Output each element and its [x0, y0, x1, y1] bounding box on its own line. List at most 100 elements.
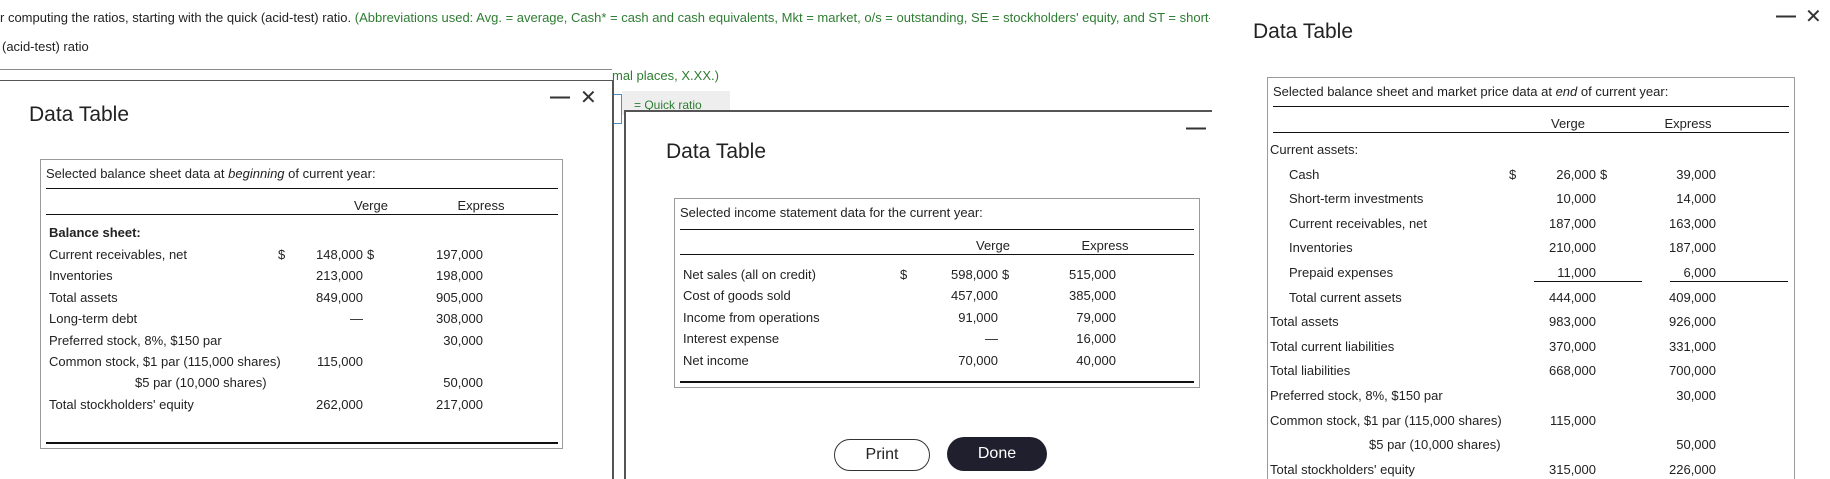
cell-express: 308,000: [436, 311, 483, 327]
dialog-title: Data Table: [29, 103, 130, 126]
row-label: Common stock, $1 par (115,000 shares): [1270, 412, 1502, 428]
cell-verge: 983,000: [1549, 314, 1596, 330]
cell-verge: —: [985, 331, 998, 347]
cell-verge: 187,000: [1549, 215, 1596, 231]
column-header-verge: Verge: [1551, 116, 1585, 131]
cell-express: 926,000: [1669, 314, 1716, 330]
cell-verge: —: [350, 311, 363, 327]
cell-express: 39,000: [1676, 166, 1716, 182]
row-label: Cash: [1289, 166, 1320, 182]
row-label: Income from operations: [683, 309, 820, 325]
column-header-express: Express: [1664, 116, 1712, 131]
minimize-icon[interactable]: —: [1776, 6, 1796, 26]
column-header-express: Express: [457, 198, 505, 213]
cell-express: 226,000: [1669, 461, 1716, 477]
cell-verge: 210,000: [1549, 240, 1596, 256]
table-bottom-rule: [46, 442, 558, 444]
cell-verge: 315,000: [1549, 461, 1596, 477]
close-icon[interactable]: ✕: [580, 88, 597, 108]
row-label: Inventories: [49, 268, 113, 284]
row-label: Total stockholders' equity: [49, 396, 194, 412]
header-rule: [46, 214, 558, 215]
data-table-dialog-beginning: Data Table — ✕ Selected balance sheet da…: [0, 80, 614, 479]
row-label: Prepaid expenses: [1289, 265, 1394, 280]
cell-express: 700,000: [1669, 363, 1716, 379]
column-header-verge: Verge: [354, 198, 388, 213]
column-header-express: Express: [1081, 238, 1129, 253]
minimize-icon[interactable]: —: [1186, 118, 1206, 138]
cell-express: 217,000: [436, 396, 483, 412]
row-label: Current receivables, net: [1289, 215, 1428, 231]
cell-express: 14,000: [1676, 191, 1716, 207]
done-button[interactable]: Done: [947, 437, 1047, 471]
cell-verge: 668,000: [1549, 363, 1596, 379]
formula-bar: [0, 69, 612, 70]
cell-express: 331,000: [1669, 338, 1716, 354]
caption-rule: [680, 229, 1194, 230]
section-label: Balance sheet:: [49, 225, 141, 240]
question-instructions: r computing the ratios, starting with th…: [0, 10, 1210, 25]
table-caption: Selected balance sheet data at beginning…: [46, 166, 376, 181]
cell-express: 50,000: [1676, 437, 1716, 453]
close-icon[interactable]: ✕: [1805, 7, 1822, 27]
row-label: Common stock, $1 par (115,000 shares): [49, 354, 281, 369]
caption-rule: [46, 188, 558, 189]
dollar-sign-verge: $: [278, 247, 286, 262]
dollar-sign-express: $: [1600, 166, 1608, 182]
row-label: Total assets: [49, 289, 118, 305]
cell-verge: 10,000: [1556, 191, 1596, 207]
row-label: Cost of goods sold: [683, 288, 791, 304]
table-bottom-rule: [680, 381, 1194, 383]
data-table-dialog-income: Data Table — Selected income statement d…: [624, 110, 1212, 479]
row-label: Current assets:: [1270, 142, 1359, 157]
cell-verge: 849,000: [316, 289, 363, 305]
row-label: $5 par (10,000 shares): [1369, 437, 1501, 453]
dialog-title: Data Table: [1253, 20, 1354, 43]
instruction-text: r computing the ratios, starting with th…: [0, 10, 352, 25]
abbreviations-note: (Abbreviations used: Avg. = average, Cas…: [354, 10, 1210, 25]
cell-verge: 70,000: [958, 352, 998, 368]
cell-express: 16,000: [1076, 331, 1116, 347]
row-label: Current receivables, net: [49, 247, 188, 262]
data-table-dialog-end: Data Table — ✕ Selected balance sheet an…: [1212, 0, 1830, 479]
column-header-verge: Verge: [976, 238, 1010, 253]
cell-express: 385,000: [1069, 288, 1116, 304]
cell-express: 30,000: [1676, 388, 1716, 403]
cell-express: 50,000: [443, 375, 483, 391]
dollar-sign-verge: $: [1509, 166, 1517, 182]
cell-verge: 444,000: [1549, 289, 1596, 305]
row-label: Inventories: [1289, 240, 1353, 256]
minimize-icon[interactable]: —: [550, 87, 570, 107]
cell-verge: 115,000: [1549, 412, 1596, 428]
subtotal-rule-express: [1670, 281, 1788, 282]
cell-express: 515,000: [1069, 267, 1116, 282]
balance-sheet-end-table: Selected balance sheet and market price …: [1267, 77, 1795, 479]
cell-verge: 26,000: [1556, 166, 1596, 182]
income-statement-table: Selected income statement data for the c…: [674, 198, 1200, 388]
row-label: Total liabilities: [1270, 363, 1351, 379]
dollar-sign-verge: $: [900, 267, 908, 282]
row-label: $5 par (10,000 shares): [135, 375, 267, 391]
balance-sheet-beginning-table: Selected balance sheet data at beginning…: [40, 159, 563, 449]
print-button[interactable]: Print: [834, 439, 930, 471]
cell-express: 40,000: [1076, 352, 1116, 368]
cell-express: 198,000: [436, 268, 483, 284]
table-caption: Selected balance sheet and market price …: [1273, 84, 1669, 99]
cell-verge: 598,000: [951, 267, 998, 282]
cell-express: 905,000: [436, 289, 483, 305]
cell-express: 6,000: [1683, 265, 1716, 280]
table-caption: Selected income statement data for the c…: [680, 205, 983, 220]
ratio-heading: (acid-test) ratio: [2, 39, 89, 54]
header-rule: [1273, 132, 1789, 133]
row-label: Interest expense: [683, 331, 780, 347]
cell-verge: 148,000: [316, 247, 363, 262]
cell-verge: 370,000: [1549, 338, 1596, 354]
row-label: Total assets: [1270, 314, 1339, 330]
rounding-note: mal places, X.XX.): [612, 68, 719, 83]
row-label: Total current liabilities: [1270, 338, 1395, 354]
cell-express: 30,000: [443, 332, 483, 348]
dialog-title: Data Table: [666, 140, 767, 163]
subtotal-rule-verge: [1534, 281, 1642, 282]
row-label: Net sales (all on credit): [683, 267, 816, 282]
cell-verge: 115,000: [316, 354, 363, 369]
